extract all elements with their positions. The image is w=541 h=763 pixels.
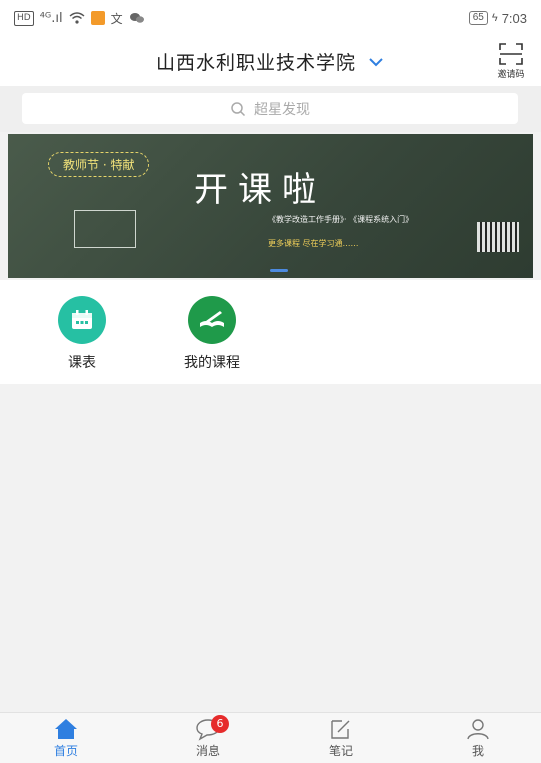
calendar-icon [58, 296, 106, 344]
school-name: 山西水利职业技术学院 [155, 52, 356, 74]
message-badge: 6 [211, 715, 229, 733]
banner-line-1: 《教学改造工作手册》· 《课程系统入门》 [268, 215, 414, 224]
invite-code-button[interactable]: 邀请码 [493, 42, 529, 80]
building-illustration [74, 210, 136, 248]
shortcut-label: 我的课程 [184, 355, 240, 371]
status-right: 65 ϟ 7:03 [468, 10, 527, 26]
shortcut-my-courses[interactable]: 我的课程 [172, 296, 252, 372]
tab-label: 我 [471, 744, 484, 758]
promo-banner[interactable]: 教师节 · 特献 开课啦 《教学改造工作手册》· 《课程系统入门》 更多课程 尽… [8, 134, 533, 278]
tab-label: 消息 [195, 744, 220, 758]
tab-label: 首页 [53, 744, 78, 758]
bottom-tab-bar: 首页 6 消息 笔记 我 [0, 712, 541, 763]
app-notification-icon [90, 11, 105, 25]
search-area: 超星发现 [0, 86, 541, 132]
qr-code-image [477, 222, 519, 252]
status-bar: HD ⁴ᴳ.ıl 文 65 ϟ 7:03 [0, 0, 541, 36]
tab-notes[interactable]: 笔记 [306, 717, 376, 759]
book-pen-icon [188, 296, 236, 344]
chevron-down-icon [369, 58, 383, 67]
shortcut-panel: 课表 我的课程 [0, 280, 541, 384]
search-icon [231, 101, 246, 116]
app-header: 山西水利职业技术学院 邀请码 [0, 36, 541, 86]
tab-me[interactable]: 我 [443, 717, 513, 759]
person-icon [467, 719, 489, 740]
carousel-indicator [270, 269, 288, 272]
tab-home[interactable]: 首页 [31, 717, 101, 759]
status-left: HD ⁴ᴳ.ıl 文 [14, 10, 145, 27]
note-edit-icon [331, 720, 350, 739]
banner-tag: 教师节 · 特献 [48, 152, 150, 177]
scan-icon [499, 43, 523, 65]
hd-indicator: HD [14, 10, 34, 26]
translate-icon: 文 [110, 11, 123, 26]
charging-icon: ϟ [491, 12, 498, 24]
signal-indicator: ⁴ᴳ.ıl [39, 10, 63, 26]
shortcut-label: 课表 [68, 355, 96, 371]
banner-line-2: 更多课程 尽在学习通…… [268, 239, 359, 248]
search-input[interactable]: 超星发现 [22, 93, 518, 124]
battery-indicator: 65 [468, 11, 488, 25]
search-placeholder: 超星发现 [254, 101, 310, 118]
wifi-icon [69, 12, 85, 24]
tab-label: 笔记 [328, 744, 353, 758]
banner-headline: 开课啦 [194, 170, 326, 210]
shortcut-schedule[interactable]: 课表 [42, 296, 122, 372]
home-icon [55, 719, 77, 739]
school-selector[interactable]: 山西水利职业技术学院 [0, 48, 541, 75]
invite-code-label: 邀请码 [497, 70, 525, 80]
wechat-icon [129, 13, 144, 23]
tab-messages[interactable]: 6 消息 [173, 715, 243, 759]
status-time: 7:03 [501, 10, 527, 26]
